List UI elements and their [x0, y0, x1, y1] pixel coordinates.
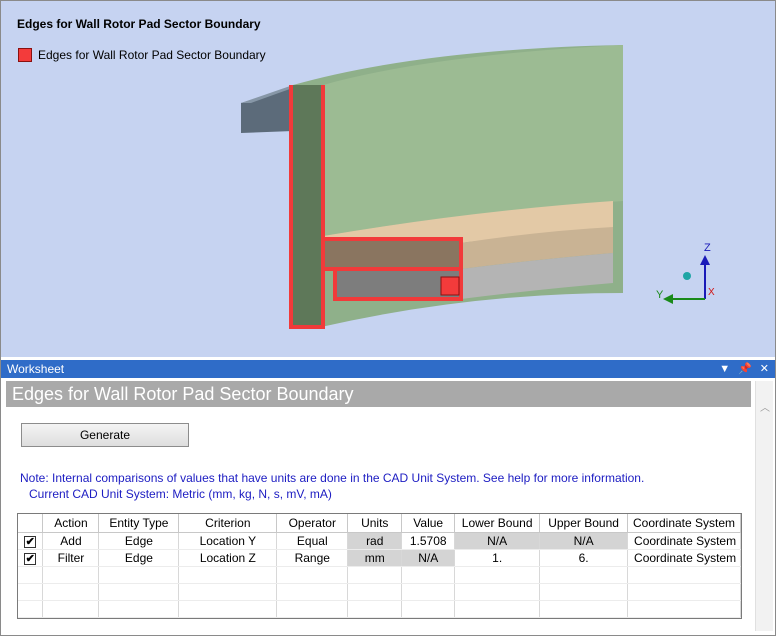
legend: Edges for Wall Rotor Pad Sector Boundary: [18, 48, 266, 62]
cell-value: N/A: [401, 549, 456, 567]
cell-coordinate-system[interactable]: Coordinate System: [627, 532, 741, 550]
y-axis-arrow: [663, 294, 673, 304]
worksheet-title: Edges for Wall Rotor Pad Sector Boundary: [6, 381, 751, 407]
empty-row: [18, 600, 741, 618]
cell-units: mm: [347, 549, 403, 567]
vertical-scrollbar[interactable]: ︿: [755, 381, 773, 631]
col-operator[interactable]: Operator: [276, 514, 349, 533]
cell-operator[interactable]: Equal: [276, 532, 349, 550]
vertical-plate: [291, 85, 323, 327]
col-coordinate-system[interactable]: Coordinate System: [627, 514, 741, 533]
criteria-grid: Action Entity Type Criterion Operator Un…: [17, 513, 742, 619]
legend-label: Edges for Wall Rotor Pad Sector Boundary: [38, 48, 266, 62]
cell-entity-type[interactable]: Edge: [98, 549, 180, 567]
worksheet-label: Worksheet: [7, 362, 65, 376]
x-axis-label: X: [708, 287, 715, 298]
col-action[interactable]: Action: [42, 514, 100, 533]
col-criterion[interactable]: Criterion: [178, 514, 278, 533]
cell-operator[interactable]: Range: [276, 549, 349, 567]
table-row[interactable]: ✔ Add Edge Location Y Equal rad 1.5708 N…: [18, 532, 741, 550]
empty-row: [18, 566, 741, 584]
back-tab-face: [241, 87, 293, 133]
col-check: [18, 514, 44, 533]
current-unit-text: Current CAD Unit System: Metric (mm, kg,…: [29, 487, 332, 501]
checkbox-checked[interactable]: ✔: [24, 552, 37, 565]
cell-criterion[interactable]: Location Y: [178, 532, 278, 550]
close-icon[interactable]: ✕: [760, 360, 769, 378]
row-checkbox[interactable]: ✔: [18, 532, 44, 550]
z-axis-arrow: [700, 255, 710, 265]
z-axis-label: Z: [704, 242, 711, 254]
criteria-table: Action Entity Type Criterion Operator Un…: [18, 514, 741, 618]
generate-button[interactable]: Generate: [21, 423, 189, 447]
legend-swatch: [18, 48, 32, 62]
cell-lower-bound: N/A: [454, 532, 541, 550]
pin-icon[interactable]: 📌: [738, 360, 752, 378]
y-axis-label: Y: [656, 289, 664, 301]
table-header-row: Action Entity Type Criterion Operator Un…: [18, 514, 741, 533]
worksheet-titlebar: Worksheet ▼ 📌 ✕: [1, 360, 775, 378]
cell-upper-bound: N/A: [539, 532, 629, 550]
col-upper-bound[interactable]: Upper Bound: [539, 514, 629, 533]
cell-criterion[interactable]: Location Z: [178, 549, 278, 567]
cell-value[interactable]: 1.5708: [401, 532, 456, 550]
col-lower-bound[interactable]: Lower Bound: [454, 514, 541, 533]
cell-lower-bound[interactable]: 1.: [454, 549, 541, 567]
row-checkbox[interactable]: ✔: [18, 549, 44, 567]
note-text: Note: Internal comparisons of values tha…: [20, 471, 645, 485]
scroll-up-icon[interactable]: ︿: [760, 399, 770, 414]
col-value[interactable]: Value: [401, 514, 456, 533]
cell-entity-type[interactable]: Edge: [98, 532, 180, 550]
table-row[interactable]: ✔ Filter Edge Location Z Range mm N/A 1.…: [18, 549, 741, 567]
cell-coordinate-system[interactable]: Coordinate System: [627, 549, 741, 567]
col-entity-type[interactable]: Entity Type: [98, 514, 180, 533]
empty-row: [18, 583, 741, 601]
cell-action[interactable]: Filter: [42, 549, 100, 567]
selected-vertex-marker[interactable]: [440, 276, 460, 296]
cell-action[interactable]: Add: [42, 532, 100, 550]
dropdown-icon[interactable]: ▼: [719, 360, 730, 378]
viewport-title: Edges for Wall Rotor Pad Sector Boundary: [17, 17, 261, 31]
cell-units: rad: [347, 532, 403, 550]
triad-iso-ball[interactable]: [683, 272, 691, 280]
graphics-viewport[interactable]: Z Y X Edges for Wall Rotor Pad Sector Bo…: [1, 1, 775, 357]
cell-upper-bound[interactable]: 6.: [539, 549, 629, 567]
pad-section: [323, 239, 461, 269]
col-units[interactable]: Units: [347, 514, 403, 533]
worksheet-panel: Edges for Wall Rotor Pad Sector Boundary…: [3, 379, 773, 633]
checkbox-checked[interactable]: ✔: [24, 535, 37, 548]
